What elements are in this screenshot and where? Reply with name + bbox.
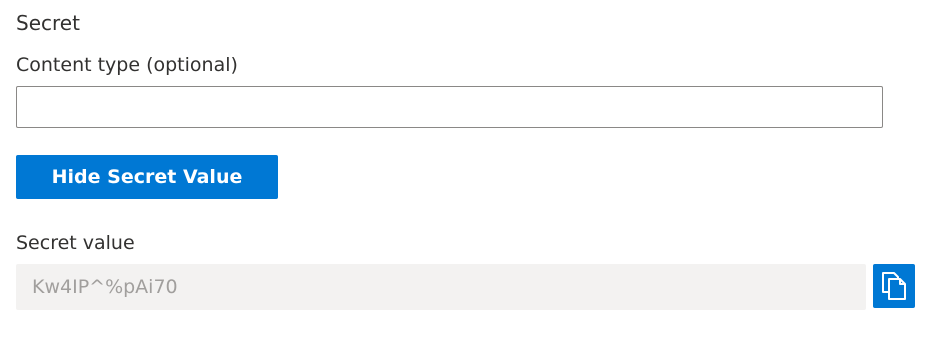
content-type-label: Content type (optional) <box>16 54 238 76</box>
hide-secret-value-button[interactable]: Hide Secret Value <box>16 155 278 199</box>
copy-to-clipboard-button[interactable] <box>873 264 915 308</box>
copy-icon <box>881 271 907 301</box>
secret-section-title: Secret <box>16 11 80 35</box>
content-type-input[interactable] <box>16 86 883 128</box>
secret-value-label: Secret value <box>16 232 135 254</box>
secret-value-text: Kw4IP^%pAi70 <box>32 276 178 298</box>
secret-value-field[interactable]: Kw4IP^%pAi70 <box>16 264 866 310</box>
